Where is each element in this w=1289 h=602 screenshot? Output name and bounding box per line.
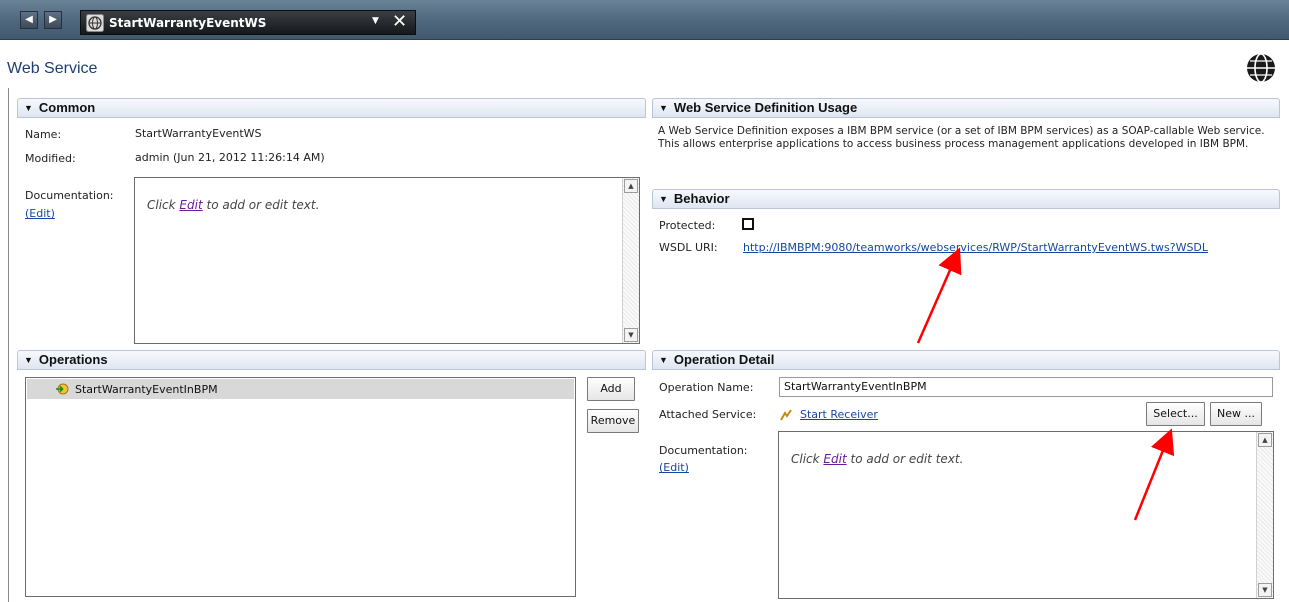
tab-dropdown-icon[interactable]: ▼ xyxy=(372,16,379,26)
collapse-triangle-icon[interactable]: ▼ xyxy=(659,103,668,113)
globe-icon xyxy=(86,14,104,32)
forward-arrow-icon: ▶ xyxy=(49,14,57,25)
page-title: Web Service xyxy=(7,60,98,77)
placeholder-text: to add or edit text. xyxy=(846,452,964,466)
back-arrow-icon: ◀ xyxy=(25,14,33,25)
documentation-scrollbar[interactable]: ▲ ▼ xyxy=(1256,432,1273,598)
tab-title: StartWarrantyEventWS xyxy=(109,16,267,30)
documentation-edit-link[interactable]: (Edit) xyxy=(25,207,55,220)
operation-name-input[interactable]: StartWarrantyEventInBPM xyxy=(779,377,1273,397)
globe-icon xyxy=(1247,53,1275,83)
documentation-label: Documentation: xyxy=(25,189,114,202)
wsdl-annotation-arrow xyxy=(916,247,962,344)
section-title: Operations xyxy=(38,352,108,367)
placeholder-edit-link[interactable]: Edit xyxy=(823,452,846,466)
select-button[interactable]: Select... xyxy=(1146,402,1205,426)
common-section-header[interactable]: ▼ Common xyxy=(17,98,646,118)
behavior-section-header[interactable]: ▼ Behavior xyxy=(652,189,1280,209)
attached-service-label: Attached Service: xyxy=(659,408,757,421)
operation-documentation-box[interactable]: Click Edit to add or edit text. ▲ ▼ xyxy=(778,431,1274,599)
usage-description: A Web Service Definition exposes a IBM B… xyxy=(658,125,1265,150)
placeholder-text: Click xyxy=(147,198,180,212)
operation-item-label: StartWarrantyEventInBPM xyxy=(75,383,218,396)
documentation-placeholder: Click Edit to add or edit text. xyxy=(791,452,963,466)
forward-button[interactable]: ▶ xyxy=(44,11,62,29)
collapse-triangle-icon[interactable]: ▼ xyxy=(24,103,33,113)
add-button[interactable]: Add xyxy=(587,377,635,401)
section-title: Operation Detail xyxy=(673,352,775,367)
placeholder-text: Click xyxy=(791,452,824,466)
tab-close-icon[interactable]: ✕ xyxy=(392,12,407,32)
operations-section-header[interactable]: ▼ Operations xyxy=(17,350,646,370)
operation-detail-section-header[interactable]: ▼ Operation Detail xyxy=(652,350,1280,370)
wsdl-uri-link[interactable]: http://IBMBPM:9080/teamworks/webservices… xyxy=(743,241,1208,254)
documentation-label: Documentation: xyxy=(659,444,748,457)
collapse-triangle-icon[interactable]: ▼ xyxy=(24,355,33,365)
protected-label: Protected: xyxy=(659,219,716,232)
list-item[interactable]: StartWarrantyEventInBPM xyxy=(27,379,574,399)
left-divider xyxy=(8,88,9,602)
placeholder-edit-link[interactable]: Edit xyxy=(179,198,202,212)
operation-icon xyxy=(56,383,69,395)
scroll-up-icon[interactable]: ▲ xyxy=(1258,433,1272,447)
section-title: Web Service Definition Usage xyxy=(673,100,858,115)
title-bar: ◀ ▶ StartWarrantyEventWS ▼ ✕ xyxy=(0,0,1289,40)
documentation-placeholder: Click Edit to add or edit text. xyxy=(147,198,319,212)
editor-tab[interactable]: StartWarrantyEventWS ▼ ✕ xyxy=(80,10,416,35)
scroll-up-icon[interactable]: ▲ xyxy=(624,179,638,193)
documentation-box[interactable]: Click Edit to add or edit text. ▲ ▼ xyxy=(134,177,640,344)
collapse-triangle-icon[interactable]: ▼ xyxy=(659,194,668,204)
name-label: Name: xyxy=(25,128,62,141)
modified-label: Modified: xyxy=(25,152,76,165)
attached-service-link[interactable]: Start Receiver xyxy=(800,408,878,421)
wsdl-label: WSDL URI: xyxy=(659,241,718,254)
name-value: StartWarrantyEventWS xyxy=(135,127,262,140)
operation-name-label: Operation Name: xyxy=(659,381,754,394)
new-button[interactable]: New ... xyxy=(1210,402,1262,426)
protected-checkbox[interactable] xyxy=(742,218,754,230)
collapse-triangle-icon[interactable]: ▼ xyxy=(659,355,668,365)
operations-list[interactable]: StartWarrantyEventInBPM xyxy=(25,377,576,597)
placeholder-text: to add or edit text. xyxy=(202,198,320,212)
usage-section-header[interactable]: ▼ Web Service Definition Usage xyxy=(652,98,1280,118)
service-icon xyxy=(780,409,792,421)
section-title: Behavior xyxy=(673,191,730,206)
back-button[interactable]: ◀ xyxy=(20,11,38,29)
scroll-down-icon[interactable]: ▼ xyxy=(624,328,638,342)
documentation-edit-link[interactable]: (Edit) xyxy=(659,461,689,474)
documentation-scrollbar[interactable]: ▲ ▼ xyxy=(622,178,639,343)
scroll-down-icon[interactable]: ▼ xyxy=(1258,583,1272,597)
section-title: Common xyxy=(38,100,96,115)
modified-value: admin (Jun 21, 2012 11:26:14 AM) xyxy=(135,151,325,164)
remove-button[interactable]: Remove xyxy=(587,409,639,433)
